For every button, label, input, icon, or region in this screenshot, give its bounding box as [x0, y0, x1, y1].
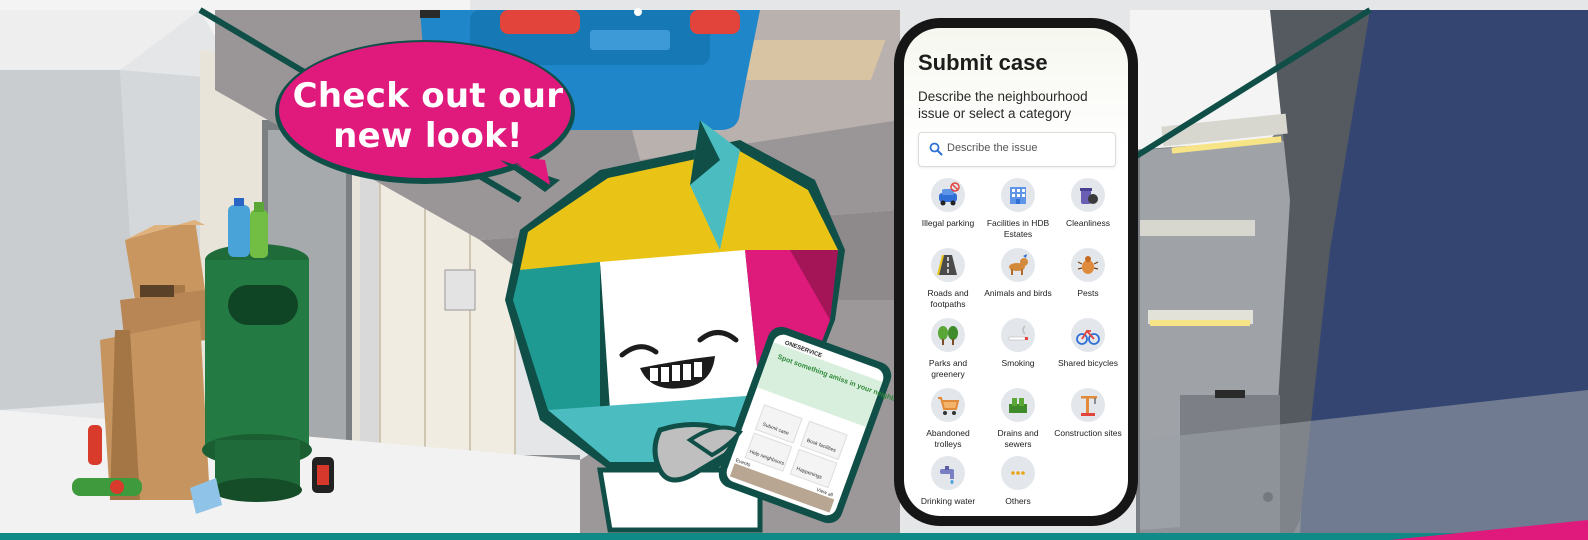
smoking-icon [1001, 318, 1035, 352]
category-label: Drinking water [920, 496, 976, 506]
category-label: Shared bicycles [1057, 358, 1118, 368]
category-label: Parks and greenery [928, 358, 968, 379]
building-icon [1001, 178, 1035, 212]
trolley-icon [931, 388, 965, 422]
category-label: Facilities in HDB Estates [986, 218, 1050, 239]
speech-bubble-line-2: new look! [333, 116, 523, 156]
crane-icon [1071, 388, 1105, 422]
category-pests[interactable]: Pests [1054, 248, 1122, 299]
category-construction-sites[interactable]: Construction sites [1054, 388, 1122, 439]
car-icon [931, 178, 965, 212]
tap-icon [931, 456, 965, 490]
search-icon [929, 142, 943, 156]
trash-bag-icon [1071, 178, 1105, 212]
category-label: Drains and sewers [997, 428, 1039, 449]
category-drains-sewers[interactable]: Drains and sewers [984, 388, 1052, 450]
category-cleanliness[interactable]: Cleanliness [1054, 178, 1122, 229]
category-illegal-parking[interactable]: Illegal parking [914, 178, 982, 229]
dog-icon [1001, 248, 1035, 282]
category-animals-birds[interactable]: Animals and birds [984, 248, 1052, 299]
category-roads-footpaths[interactable]: Roads and footpaths [914, 248, 982, 310]
search-input[interactable] [947, 142, 1107, 154]
banner-illustration: ONESERVICE Spot something amiss in your … [0, 0, 1588, 540]
category-abandoned-trolleys[interactable]: Abandoned trolleys [914, 388, 982, 450]
category-label: Others [1005, 496, 1031, 506]
drain-icon [1001, 388, 1035, 422]
category-label: Illegal parking [921, 218, 975, 228]
category-label: Abandoned trolleys [926, 428, 970, 449]
speech-bubble-text: Check out our new look! [283, 76, 573, 156]
road-icon [931, 248, 965, 282]
more-icon [1001, 456, 1035, 490]
category-others[interactable]: Others [984, 456, 1052, 507]
background-scene: ONESERVICE Spot something amiss in your … [0, 0, 1588, 540]
bicycle-icon [1071, 318, 1105, 352]
speech-bubble-line-1: Check out our [292, 76, 564, 116]
bug-icon [1071, 248, 1105, 282]
page-subtitle: Describe the neighbourhood issue or sele… [918, 89, 1088, 121]
category-smoking[interactable]: Smoking [984, 318, 1052, 369]
phone-screen: Submit case Describe the neighbourhood i… [904, 28, 1128, 516]
category-label: Construction sites [1054, 428, 1122, 438]
category-label: Roads and footpaths [927, 288, 969, 309]
category-drinking-water[interactable]: Drinking water [914, 456, 982, 507]
category-facilities-hdb[interactable]: Facilities in HDB Estates [984, 178, 1052, 240]
search-box[interactable] [918, 132, 1116, 167]
page-title: Submit case [918, 50, 1048, 75]
trees-icon [931, 318, 965, 352]
phone-mockup: Submit case Describe the neighbourhood i… [894, 18, 1138, 526]
category-shared-bicycles[interactable]: Shared bicycles [1054, 318, 1122, 369]
category-label: Cleanliness [1066, 218, 1110, 228]
category-label: Smoking [1001, 358, 1035, 368]
category-label: Pests [1077, 288, 1099, 298]
category-parks-greenery[interactable]: Parks and greenery [914, 318, 982, 380]
category-label: Animals and birds [984, 288, 1052, 298]
